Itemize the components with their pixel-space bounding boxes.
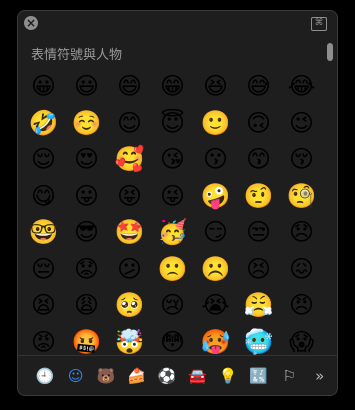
emoji-cell[interactable]: 🤣 [22,105,65,142]
emoji-cell[interactable]: 😀 [22,68,65,105]
emoji-cell[interactable]: 😔 [22,251,65,288]
emoji-cell[interactable]: 😇 [151,105,194,142]
emoji-cell[interactable]: 🥳 [151,214,194,251]
category-bar: 🕘 ☺ 🐻 🍰 ⚽ 🚘 💡 🔣 ⚐» [30,365,335,387]
emoji-cell[interactable]: 🧐 [280,178,323,215]
emoji-cell[interactable]: 😚 [280,141,323,178]
category-flags-icon[interactable]: ⚐ [274,365,305,387]
emoji-cell[interactable]: 🤨 [237,178,280,215]
emoji-cell[interactable]: 😂 [280,68,323,105]
category-objects-icon[interactable]: 💡 [213,365,244,387]
emoji-cell[interactable]: 😞 [280,214,323,251]
emoji-cell[interactable]: 😜 [151,178,194,215]
emoji-cell[interactable]: 🙂 [194,105,237,142]
divider [18,355,337,356]
emoji-cell[interactable]: 😠 [280,287,323,324]
emoji-cell[interactable]: 😄 [108,68,151,105]
emoji-cell[interactable]: 😎 [65,214,108,251]
emoji-cell[interactable]: 😃 [65,68,108,105]
emoji-cell[interactable]: 🥺 [108,287,151,324]
emoji-cell[interactable]: 😛 [65,178,108,215]
category-animals-nature-icon[interactable]: 🐻 [91,365,122,387]
emoji-cell[interactable]: 🙃 [237,105,280,142]
emoji-cell[interactable]: 😫 [22,287,65,324]
section-title: 表情符號與人物 [31,48,123,63]
emoji-cell[interactable]: 🤩 [108,214,151,251]
emoji-cell[interactable]: 😭 [194,287,237,324]
category-food-drink-icon[interactable]: 🍰 [122,365,153,387]
emoji-cell[interactable]: 😌 [22,141,65,178]
emoji-cell[interactable]: 😙 [237,141,280,178]
emoji-cell[interactable]: ☺️ [65,105,108,142]
emoji-cell[interactable]: 🥰 [108,141,151,178]
scrollbar-thumb[interactable] [327,43,333,61]
scrollbar-track[interactable] [326,41,334,347]
emoji-cell[interactable]: 😕 [108,251,151,288]
category-smileys-people-icon[interactable]: ☺ [61,365,92,387]
emoji-cell[interactable]: 😉 [280,105,323,142]
emoji-picker-panel: × ⌘ 表情符號與人物 😀 😃 😄 😁 😆 😅 😂 🤣 ☺️ 😊 😇 🙂 🙃 😉 😌 😍 🥰 😘 😗 😙 😚 😋 😛 😝 😜 🤪 🤨… [17,10,338,396]
emoji-cell[interactable]: 😅 [237,68,280,105]
emoji-cell[interactable]: 😋 [22,178,65,215]
emoji-cell[interactable]: 🙁 [151,251,194,288]
emoji-cell[interactable]: 😒 [237,214,280,251]
emoji-cell[interactable]: ☹️ [194,251,237,288]
emoji-cell[interactable]: 🤪 [194,178,237,215]
category-activity-icon[interactable]: ⚽ [152,365,183,387]
emoji-cell[interactable]: 😣 [237,251,280,288]
emoji-cell[interactable]: 😍 [65,141,108,178]
emoji-cell[interactable]: 😘 [151,141,194,178]
emoji-cell[interactable]: 😟 [65,251,108,288]
emoji-cell[interactable]: 😆 [194,68,237,105]
category-more-icon[interactable]: » [305,365,336,387]
category-symbols-icon[interactable]: 🔣 [244,365,275,387]
emoji-cell[interactable]: 🤓 [22,214,65,251]
emoji-cell[interactable]: 😗 [194,141,237,178]
emoji-cell[interactable]: 😢 [151,287,194,324]
keyboard-viewer-icon[interactable]: ⌘ [311,17,327,31]
emoji-cell[interactable]: 😖 [280,251,323,288]
emoji-cell[interactable]: 😩 [65,287,108,324]
emoji-grid: 😀 😃 😄 😁 😆 😅 😂 🤣 ☺️ 😊 😇 🙂 🙃 😉 😌 😍 🥰 😘 😗 😙 😚 😋 😛 😝 😜 🤪 🤨 🧐 🤓 😎 🤩 🥳 😏 😒 😞 😔 😟 😕 🙁… [22,68,322,360]
emoji-cell[interactable]: 😁 [151,68,194,105]
close-icon[interactable]: × [24,16,38,30]
category-frequently-used-icon[interactable]: 🕘 [30,365,61,387]
emoji-cell[interactable]: 😏 [194,214,237,251]
emoji-cell[interactable]: 😤 [237,287,280,324]
category-travel-places-icon[interactable]: 🚘 [183,365,214,387]
emoji-cell[interactable]: 😊 [108,105,151,142]
emoji-cell[interactable]: 😝 [108,178,151,215]
